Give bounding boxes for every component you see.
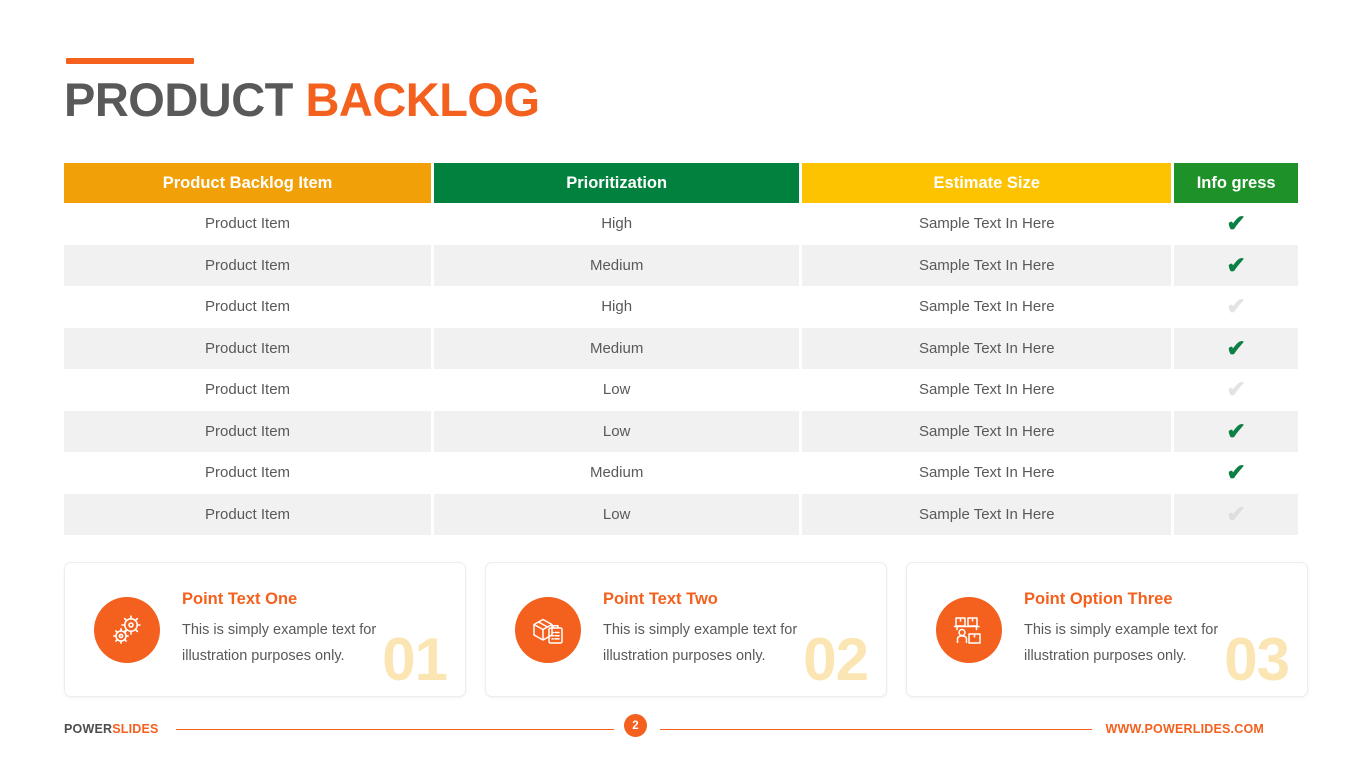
- info-cards: Point Text One This is simply example te…: [64, 562, 1308, 697]
- table-cell-item: Product Item: [64, 327, 432, 369]
- footer-divider-right: [660, 728, 1092, 730]
- info-card-body: Point Text One This is simply example te…: [182, 590, 400, 669]
- table-cell-status: ✔: [1174, 203, 1298, 245]
- page-title-highlight: BACKLOG: [305, 73, 540, 126]
- table-cell-item: Product Item: [64, 244, 432, 286]
- info-card-text: This is simply example text for illustra…: [182, 622, 377, 664]
- table-cell-estimate: Sample Text In Here: [918, 215, 1055, 233]
- table-cell-item: Product Item: [64, 493, 432, 535]
- table-cell-priority: Low: [434, 493, 800, 535]
- table-row: Product Item Low Sample Text In Here ✔: [64, 410, 1298, 452]
- table-row: Product Item Medium Sample Text In Here ✔: [64, 452, 1298, 494]
- table-row: Product Item Low Sample Text In Here ✔: [64, 493, 1298, 535]
- package-clipboard-icon: [515, 596, 581, 663]
- check-icon-active[interactable]: ✔: [1227, 419, 1246, 443]
- backlog-table: Product Backlog Item Prioritization Esti…: [64, 163, 1298, 535]
- check-icon-inactive[interactable]: ✔: [1227, 502, 1246, 526]
- footer-divider-left: [176, 728, 614, 730]
- warehouse-shelf-icon: [936, 596, 1002, 663]
- table-cell-status: ✔: [1174, 369, 1298, 411]
- title-accent-bar: [66, 58, 194, 64]
- table-cell-estimate: Sample Text In Here: [918, 298, 1055, 316]
- table-cell-estimate: Sample Text In Here: [802, 244, 1172, 286]
- info-card-text: This is simply example text for illustra…: [603, 622, 798, 664]
- check-icon-inactive[interactable]: ✔: [1227, 378, 1246, 401]
- slide: PRODUCT BACKLOG Product Backlog Item Pri…: [0, 0, 1365, 767]
- page-number-badge: 2: [624, 714, 647, 737]
- table-cell-status: ✔: [1174, 493, 1298, 535]
- check-icon-inactive[interactable]: ✔: [1227, 295, 1246, 318]
- table-cell-item: Product Item: [205, 381, 291, 399]
- table-row: Product Item Medium Sample Text In Here ✔: [64, 327, 1298, 369]
- table-header-estimate-size: Estimate Size: [802, 163, 1172, 203]
- table-header-label: Product Backlog Item: [162, 173, 333, 192]
- table-cell-estimate: Sample Text In Here: [802, 327, 1172, 369]
- table-cell-status: ✔: [1174, 410, 1298, 452]
- check-icon-active[interactable]: ✔: [1227, 253, 1246, 277]
- page-title: PRODUCT BACKLOG: [64, 72, 540, 127]
- table-body: Product Item High Sample Text In Here ✔ Prod…: [64, 203, 1298, 535]
- brand-logo: POWER SLIDES: [64, 713, 159, 745]
- table-cell-estimate: Sample Text In Here: [918, 464, 1055, 482]
- table-cell-item: Product Item: [205, 215, 291, 233]
- table-cell-estimate: Sample Text In Here: [802, 493, 1172, 535]
- table-header-label: Estimate Size: [933, 173, 1040, 192]
- table-cell-status: ✔: [1174, 327, 1298, 369]
- table-header-label: Prioritization: [566, 173, 668, 192]
- info-card-body: Point Option Three This is simply exampl…: [1024, 590, 1242, 669]
- brand-logo-part-one: POWER: [64, 722, 113, 736]
- table-cell-status: ✔: [1174, 244, 1298, 286]
- table-row: Product Item Medium Sample Text In Here ✔: [64, 244, 1298, 286]
- table-cell-status: ✔: [1174, 286, 1298, 328]
- check-icon-active[interactable]: ✔: [1227, 461, 1246, 484]
- info-card-three[interactable]: Point Option Three This is simply exampl…: [906, 562, 1308, 697]
- table-cell-priority: High: [601, 298, 633, 316]
- table-cell-item: Product Item: [205, 298, 291, 316]
- table-header-row: Product Backlog Item Prioritization Esti…: [64, 163, 1298, 203]
- table-cell-priority: Medium: [434, 327, 800, 369]
- brand-logo-part-two: SLIDES: [112, 722, 159, 736]
- table-cell-priority: Medium: [589, 464, 644, 482]
- table-cell-item: Product Item: [205, 464, 291, 482]
- table-cell-status: ✔: [1174, 452, 1298, 494]
- table-cell-priority: Low: [602, 381, 631, 399]
- table-row: Product Item Low Sample Text In Here ✔: [64, 369, 1298, 411]
- table-cell-estimate: Sample Text In Here: [802, 410, 1172, 452]
- table-row: Product Item High Sample Text In Here ✔: [64, 286, 1298, 328]
- info-card-title: Point Text One: [182, 590, 298, 609]
- footer: POWER SLIDES WWW.POWERLIDES.COM: [0, 713, 1365, 745]
- info-card-text: This is simply example text for illustra…: [1024, 622, 1219, 664]
- table-header-info-progress: Info gress: [1174, 163, 1298, 203]
- info-card-title: Point Option Three: [1024, 590, 1173, 609]
- table-header-prioritization: Prioritization: [434, 163, 800, 203]
- info-card-one[interactable]: Point Text One This is simply example te…: [64, 562, 466, 697]
- table-cell-item: Product Item: [64, 410, 432, 452]
- table-header-label: Info gress: [1196, 173, 1276, 192]
- info-card-title: Point Text Two: [603, 590, 718, 609]
- table-cell-priority: Low: [434, 410, 800, 452]
- table-row: Product Item High Sample Text In Here ✔: [64, 203, 1298, 245]
- gears-icon: [94, 596, 160, 663]
- table-header-product-backlog-item: Product Backlog Item: [64, 163, 432, 203]
- footer-url[interactable]: WWW.POWERLIDES.COM: [1106, 713, 1264, 745]
- table-cell-priority: High: [601, 215, 633, 233]
- table-cell-priority: Medium: [434, 244, 800, 286]
- table-cell-estimate: Sample Text In Here: [918, 381, 1055, 399]
- check-icon-active[interactable]: ✔: [1227, 212, 1246, 235]
- info-card-body: Point Text Two This is simply example te…: [603, 590, 821, 669]
- info-card-two[interactable]: Point Text Two This is simply example te…: [485, 562, 887, 697]
- check-icon-active[interactable]: ✔: [1227, 336, 1246, 360]
- page-title-primary: PRODUCT: [64, 73, 306, 126]
